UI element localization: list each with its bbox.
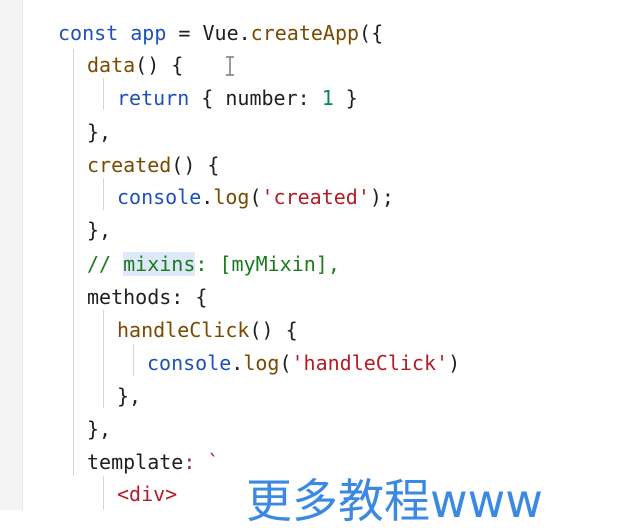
indent-guide: [73, 49, 74, 476]
code-token: .: [231, 351, 244, 375]
code-token: log: [243, 351, 280, 375]
code-token: (: [249, 185, 262, 209]
code-line[interactable]: methods: {: [87, 281, 207, 313]
code-token: Vue: [202, 21, 239, 45]
code-token: },: [87, 417, 112, 441]
code-line[interactable]: },: [87, 116, 111, 148]
code-line[interactable]: },: [87, 214, 111, 246]
code-token: : [myMixin],: [195, 252, 340, 276]
code-token: );: [369, 185, 394, 209]
code-line[interactable]: // mixins: [myMixin],: [87, 248, 340, 280]
code-line[interactable]: console.log('created');: [117, 181, 394, 213]
code-line[interactable]: const app = Vue.createApp({: [58, 17, 383, 49]
code-token: <div>: [117, 482, 178, 506]
code-area[interactable]: const app = Vue.createApp({data() { retu…: [0, 0, 623, 510]
code-token: //: [87, 252, 124, 276]
code-token: methods: [87, 285, 172, 309]
indent-guide: [103, 476, 104, 510]
code-token: number: [225, 86, 298, 110]
code-token: 'created': [261, 185, 370, 209]
code-token: ({: [359, 21, 384, 45]
code-line[interactable]: },: [117, 380, 141, 412]
code-token: : `: [183, 450, 220, 474]
code-token: console: [117, 185, 202, 209]
code-token: () {: [135, 53, 196, 77]
code-line[interactable]: data() {: [87, 49, 195, 81]
code-token: log: [213, 185, 250, 209]
code-token: app: [130, 21, 167, 45]
code-token: () {: [171, 153, 220, 177]
code-token: 'handleClick': [291, 351, 449, 375]
code-line[interactable]: return { number: 1 }: [117, 82, 358, 114]
code-token: (: [279, 351, 292, 375]
code-token: .: [238, 21, 251, 45]
code-line[interactable]: created() {: [87, 149, 219, 181]
code-editor[interactable]: const app = Vue.createApp({data() { retu…: [0, 0, 623, 526]
code-line[interactable]: },: [87, 413, 111, 445]
code-line[interactable]: console.log('handleClick'): [147, 347, 460, 379]
code-token: =: [166, 21, 203, 45]
code-token: return: [117, 86, 190, 110]
code-token: template: [87, 450, 184, 474]
code-line[interactable]: handleClick() {: [117, 314, 298, 346]
code-token: () {: [249, 318, 298, 342]
indent-guide: [103, 78, 104, 110]
code-line[interactable]: <div>: [117, 478, 177, 510]
code-token: {: [189, 86, 226, 110]
code-token: data: [87, 53, 136, 77]
code-token: .: [201, 185, 214, 209]
editor-frame: const app = Vue.createApp({data() { retu…: [0, 0, 623, 526]
code-token: : {: [171, 285, 208, 309]
code-token: ): [448, 351, 461, 375]
code-token: const: [58, 21, 131, 45]
code-token: }: [333, 86, 358, 110]
code-token: 1: [321, 86, 334, 110]
code-token: console: [147, 351, 232, 375]
indent-guide: [103, 310, 104, 408]
code-token: },: [87, 120, 112, 144]
code-line[interactable]: template: `: [87, 446, 219, 478]
indent-guide: [133, 344, 134, 376]
indent-guide: [103, 178, 104, 210]
code-token: created: [87, 153, 172, 177]
code-token: handleClick: [117, 318, 250, 342]
code-token: mixins: [123, 252, 196, 276]
code-token: },: [87, 218, 112, 242]
code-token: :: [297, 86, 322, 110]
code-token: createApp: [250, 21, 360, 45]
text-cursor-icon: [226, 56, 234, 76]
code-token: },: [117, 384, 142, 408]
watermark: 更多教程www: [246, 474, 543, 528]
